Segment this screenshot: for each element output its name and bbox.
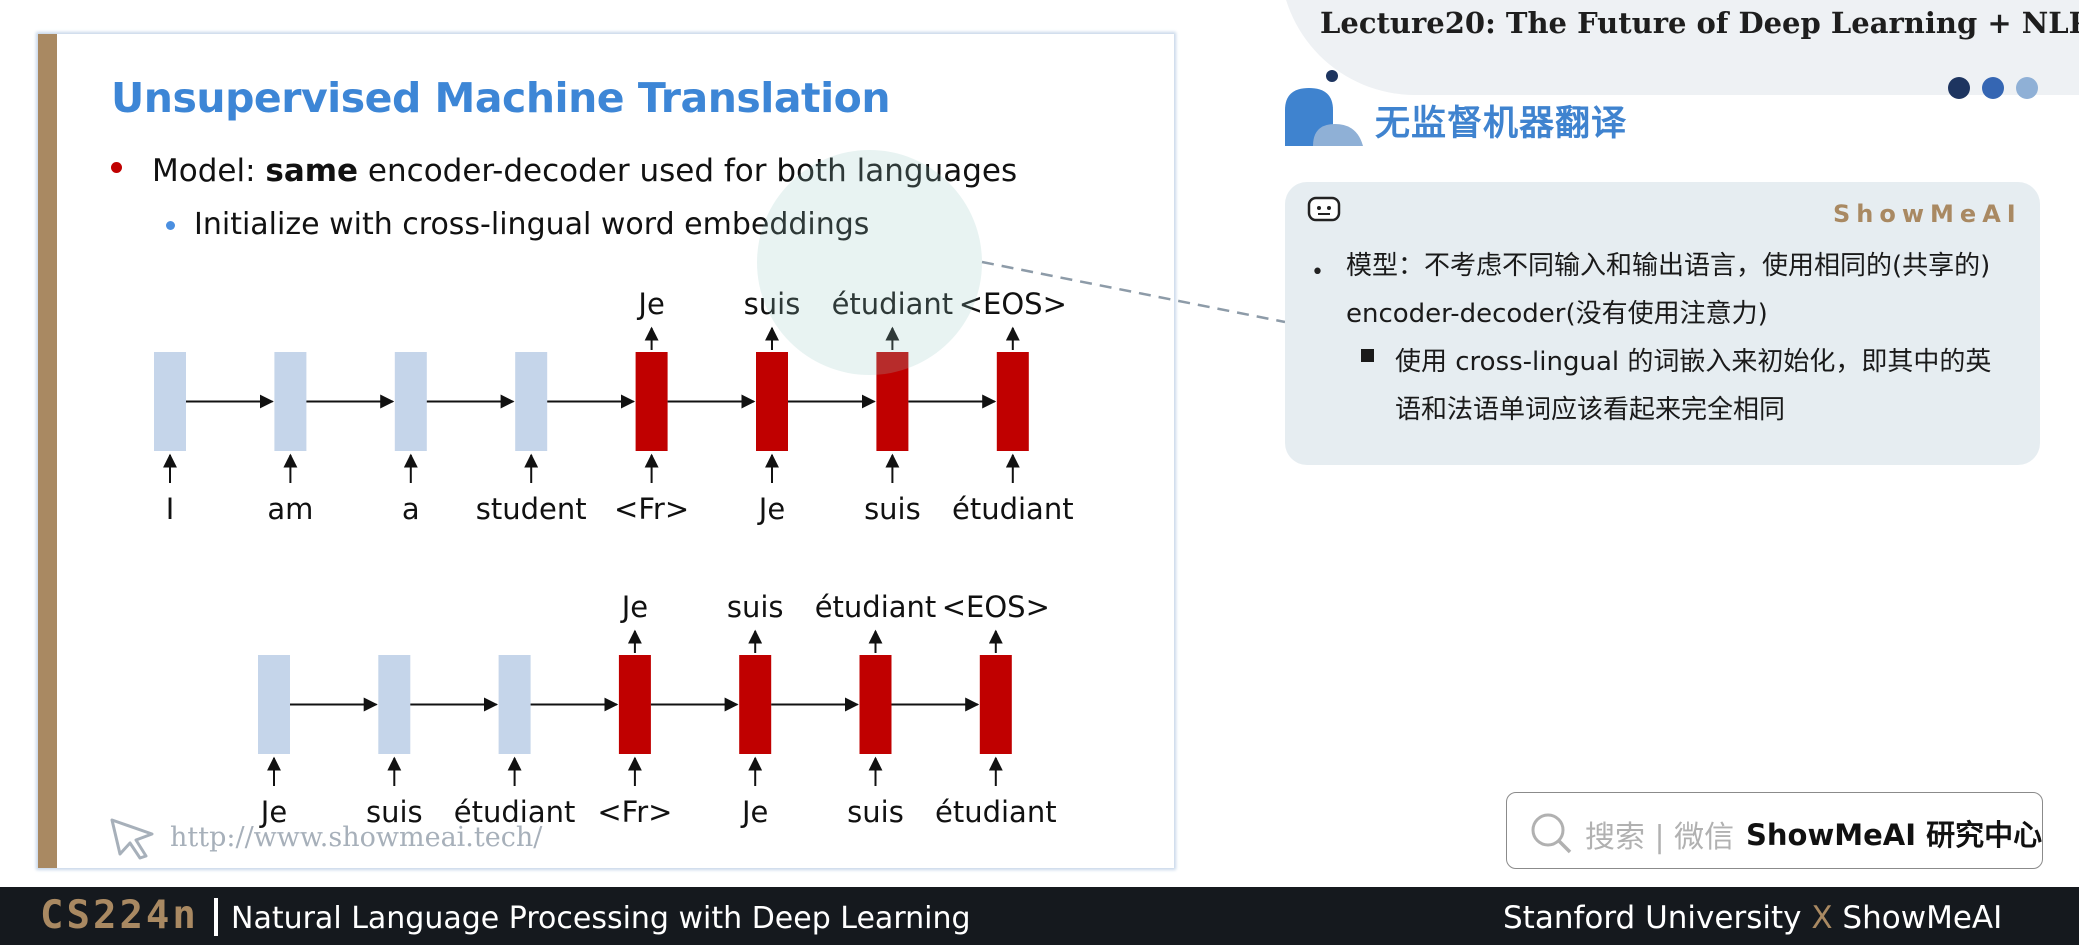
search-prefix: 搜索 | 微信 (1585, 820, 1735, 855)
diagram2-output-label-0: Je (620, 590, 648, 624)
diagram1-input-label-3: student (476, 492, 587, 526)
course-code: CS224n (40, 893, 199, 938)
diagram2-input-label-4: Je (740, 795, 768, 829)
robot-icon (1307, 196, 1341, 222)
diagram1-input-label-6: suis (864, 492, 921, 526)
diagram1-cell-2 (394, 352, 427, 451)
diagram1-input-label-4: <Fr> (614, 492, 689, 526)
footer-showmeai: ShowMeAI (1832, 900, 2003, 936)
footer-x: X (1811, 900, 1833, 936)
diagram1-input-label-1: am (267, 492, 313, 526)
cursor-icon (110, 818, 154, 860)
diagram1-output-label-0: Je (636, 287, 664, 321)
search-brand: ShowMeAI 研究中心 (1746, 818, 2043, 852)
diagram1-input-label-0: I (166, 492, 175, 526)
note-text-line4: 语和法语单词应该看起来完全相同 (1395, 395, 1786, 425)
diagram1-cell-4 (635, 352, 668, 451)
diagram1-cell-3 (515, 352, 548, 451)
section-title: 无监督机器翻译 (1375, 104, 1628, 144)
note-text-line3: 使用 cross-lingual 的词嵌入来初始化，即其中的英 (1395, 347, 1992, 377)
diagram1-input-label-7: étudiant (952, 492, 1074, 526)
diagram1-cell-5 (756, 352, 788, 451)
diagram2-cell-3 (618, 655, 651, 754)
diagram2-input-label-6: étudiant (935, 795, 1057, 829)
note-bullet-dot: • (1311, 260, 1324, 285)
diagram2-cell-6 (979, 655, 1012, 754)
footer-stanford: Stanford University (1503, 900, 1812, 936)
diagram2-cell-5 (859, 655, 892, 754)
footer-divider (214, 898, 218, 936)
note-text-line1: 模型：不考虑不同输入和输出语言，使用相同的(共享的) (1346, 251, 1991, 281)
course-name: Natural Language Processing with Deep Le… (231, 901, 971, 936)
diagram1-input-label-2: a (402, 492, 420, 526)
section-logo-icon (1285, 70, 1363, 146)
diagram2-output-label-3: <EOS> (942, 590, 1050, 624)
diagram2-cell-1 (378, 655, 411, 754)
diagram2-cell-4 (739, 655, 772, 754)
brand-label: ShowMeAI (1833, 200, 2022, 228)
diagram1-cell-1 (274, 352, 307, 451)
note-text-line2: encoder-decoder(没有使用注意力) (1346, 299, 1768, 329)
diagram1-cell-0 (154, 352, 186, 451)
diagram2-cell-0 (258, 655, 290, 754)
diagram2-cell-2 (498, 655, 531, 754)
diagram1-input-label-5: Je (757, 492, 785, 526)
diagram2-output-label-1: suis (727, 590, 784, 624)
diagram1-cell-7 (996, 352, 1029, 451)
diagram2-input-label-3: <Fr> (597, 795, 672, 829)
search-icon (1531, 813, 1572, 854)
magnifier-highlight (757, 150, 982, 375)
footer-credits: Stanford University X ShowMeAI (1503, 900, 2002, 936)
diagram2-output-label-2: étudiant (815, 590, 937, 624)
diagram2-input-label-5: suis (847, 795, 904, 829)
website-url[interactable]: http://www.showmeai.tech/ (170, 822, 542, 853)
note-sub-bullet (1361, 349, 1374, 362)
